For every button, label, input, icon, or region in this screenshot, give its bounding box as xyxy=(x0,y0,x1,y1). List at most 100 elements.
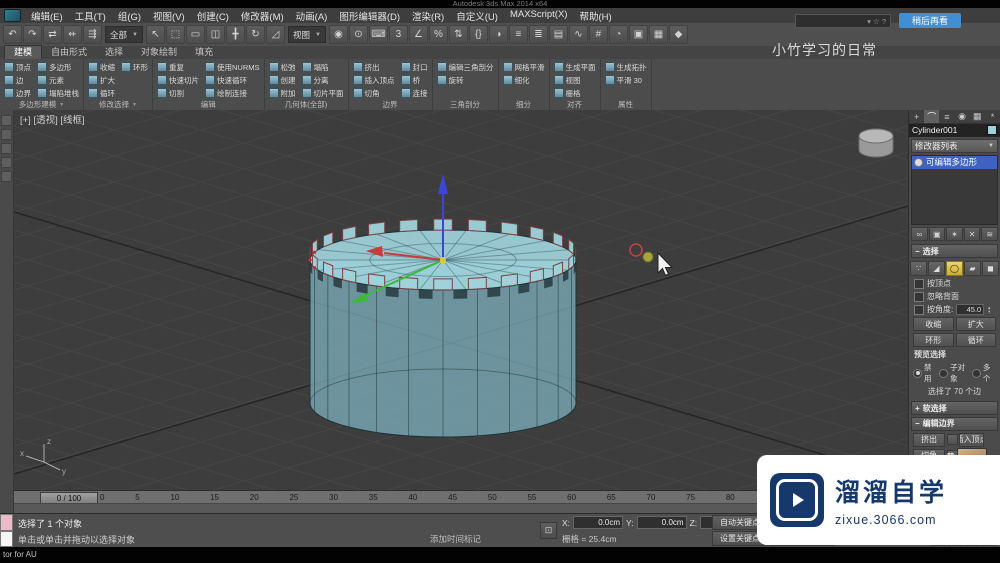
grow-button[interactable]: 扩大 xyxy=(955,317,996,332)
layer-explorer-button[interactable]: ≣ xyxy=(528,25,548,44)
unlink-selection-button[interactable]: ⇷ xyxy=(63,25,82,44)
preview-disable-radio[interactable] xyxy=(913,368,922,378)
viewport[interactable]: x y z [+] [透视] [线框] xyxy=(14,110,908,490)
curve-editor-button[interactable]: ∿ xyxy=(568,25,588,44)
select-and-rotate-button[interactable]: ↻ xyxy=(245,25,265,44)
preview-multiple-radio[interactable] xyxy=(971,368,981,378)
bind-to-space-warp-button[interactable]: ⇶ xyxy=(83,25,102,44)
ribbon-button[interactable]: 边界 xyxy=(3,88,32,99)
subobject-element[interactable]: ◼ xyxy=(982,261,999,277)
tab-motion[interactable]: ◉ xyxy=(955,110,970,123)
material-editor-button[interactable]: ◔ xyxy=(608,25,628,44)
ribbon-toggle-button[interactable]: ▤ xyxy=(548,25,568,44)
ribbon-section-label[interactable]: 对齐 xyxy=(553,99,597,110)
x-coordinate-field[interactable]: 0.0cm xyxy=(573,516,624,529)
ribbon-section-label[interactable]: 多边形建模 ▼ xyxy=(3,99,80,110)
selection-filter-dropdown[interactable]: 全部 ▼ xyxy=(105,26,143,43)
dock-toolbar-icon[interactable] xyxy=(1,129,12,140)
ribbon-button[interactable]: 切角 xyxy=(352,88,396,99)
angle-field[interactable]: 45.0 xyxy=(956,304,985,316)
ribbon-button[interactable]: 绘制连接 xyxy=(204,88,261,99)
ribbon-button[interactable]: 快速切片 xyxy=(156,75,200,86)
rollout-soft-selection-header[interactable]: + 软选择 xyxy=(911,401,998,415)
ribbon-button[interactable]: 栅格 xyxy=(553,88,597,99)
tab-modify[interactable]: ⌒ xyxy=(924,110,940,123)
by-angle-checkbox[interactable] xyxy=(914,304,924,315)
ribbon-button[interactable]: 平滑 30 xyxy=(604,75,648,86)
ribbon-button[interactable]: 收缩 xyxy=(87,62,116,73)
ribbon-section-label[interactable]: 细分 xyxy=(502,99,546,110)
menu-item[interactable]: 渲染(R) xyxy=(406,9,450,23)
pin-stack-button[interactable]: ∞ xyxy=(911,227,928,242)
menu-item[interactable]: 工具(T) xyxy=(69,9,112,23)
ribbon-button[interactable]: 快速循环 xyxy=(204,75,261,86)
menu-item[interactable]: 视图(V) xyxy=(147,9,191,23)
ribbon-section-label[interactable]: 编辑 xyxy=(156,99,261,110)
ribbon-button[interactable]: 细化 xyxy=(502,75,546,86)
ribbon-button[interactable]: 塌陷堆栈 xyxy=(36,88,80,99)
ribbon-button[interactable]: 生成平面 xyxy=(553,62,597,73)
ribbon-button[interactable]: 切片平面 xyxy=(301,88,345,99)
ribbon-button[interactable]: 连接 xyxy=(400,88,429,99)
ribbon-button[interactable]: 松弛 xyxy=(268,62,297,73)
ribbon-section-label[interactable]: 修改选择 ▼ xyxy=(87,99,149,110)
dock-toolbar-icon[interactable] xyxy=(1,143,12,154)
angle-snap-toggle[interactable]: ∠ xyxy=(408,25,428,44)
extrude-settings-button[interactable] xyxy=(947,434,958,446)
ribbon-button[interactable]: 旋转 xyxy=(436,75,495,86)
subobject-edge[interactable]: ◢ xyxy=(928,261,945,277)
snaps-toggle[interactable]: 3 xyxy=(388,25,408,44)
menu-item[interactable]: 编辑(E) xyxy=(25,9,69,23)
ribbon-section-label[interactable]: 几何体(全部) xyxy=(268,99,345,110)
watch-later-button[interactable]: 稍后再看 xyxy=(899,13,961,28)
menu-item[interactable]: 自定义(U) xyxy=(450,9,504,23)
modifier-stack-item-selected[interactable]: 可编辑多边形 xyxy=(912,155,997,169)
preview-subobject-radio[interactable] xyxy=(939,368,949,378)
ribbon-button[interactable]: 封口 xyxy=(400,62,429,73)
select-and-move-button[interactable]: ╋ xyxy=(225,25,245,44)
reference-coordinate-dropdown[interactable]: 视图 ▼ xyxy=(287,26,326,43)
ribbon-button[interactable]: 多边形 xyxy=(36,62,80,73)
make-unique-button[interactable]: ✶ xyxy=(946,227,963,242)
ribbon-button[interactable]: 使用NURMS xyxy=(204,62,261,73)
dock-toolbar-icon[interactable] xyxy=(1,157,12,168)
percent-snap-toggle[interactable]: % xyxy=(428,25,448,44)
ribbon-tab[interactable]: 填充 xyxy=(186,46,222,59)
object-color-swatch[interactable] xyxy=(987,125,997,136)
subobject-vertex[interactable]: ∵ xyxy=(910,261,927,277)
modifier-list-dropdown[interactable]: 修改器列表 ▼ xyxy=(911,138,998,153)
infocenter-field[interactable]: ▾ ☆ ? xyxy=(795,14,891,28)
ribbon-tab[interactable]: 对象绘制 xyxy=(132,46,186,59)
render-setup-button[interactable]: ▣ xyxy=(628,25,648,44)
select-and-scale-button[interactable]: ◿ xyxy=(265,25,285,44)
dock-toolbar-icon[interactable] xyxy=(1,171,12,182)
ribbon-button[interactable]: 编辑三角剖分 xyxy=(436,62,495,73)
ring-button[interactable]: 环形 xyxy=(913,333,954,348)
ribbon-button[interactable]: 重复 xyxy=(156,62,200,73)
ribbon-button[interactable]: 塌陷 xyxy=(301,62,345,73)
rectangular-selection-region-button[interactable]: ▭ xyxy=(185,25,205,44)
selection-lock-toggle[interactable]: ⊡ xyxy=(540,522,557,539)
maxscript-mini-listener-white[interactable] xyxy=(0,531,13,547)
tab-utilities[interactable]: * xyxy=(985,110,1000,123)
y-coordinate-field[interactable]: 0.0cm xyxy=(636,516,687,529)
modifier-stack[interactable]: 可编辑多边形 xyxy=(911,154,998,226)
window-crossing-toggle[interactable]: ◫ xyxy=(205,25,225,44)
insert-vertex-button[interactable]: 插入顶点 xyxy=(959,432,984,447)
ribbon-button[interactable]: 分离 xyxy=(301,75,345,86)
ribbon-button[interactable]: 附加 xyxy=(268,88,297,99)
subobject-border[interactable]: ◯ xyxy=(946,261,963,277)
ribbon-button[interactable]: 环形 xyxy=(120,62,149,73)
select-object-button[interactable]: ↖ xyxy=(145,25,165,44)
ribbon-section-label[interactable]: 属性 xyxy=(604,99,648,110)
ribbon-button[interactable]: 顶点 xyxy=(3,62,32,73)
ribbon-button[interactable]: 元素 xyxy=(36,75,80,86)
ribbon-button[interactable]: 桥 xyxy=(400,75,429,86)
ribbon-tab[interactable]: 自由形式 xyxy=(42,46,96,59)
schematic-view-button[interactable]: # xyxy=(588,25,608,44)
ribbon-section-label[interactable]: 三角剖分 xyxy=(436,99,495,110)
viewport-label[interactable]: [+] [透视] [线框] xyxy=(20,112,85,126)
menu-item[interactable]: 创建(C) xyxy=(191,9,235,23)
menu-item[interactable]: 帮助(H) xyxy=(573,9,617,23)
object-name-field[interactable]: Cylinder001 xyxy=(912,125,957,135)
